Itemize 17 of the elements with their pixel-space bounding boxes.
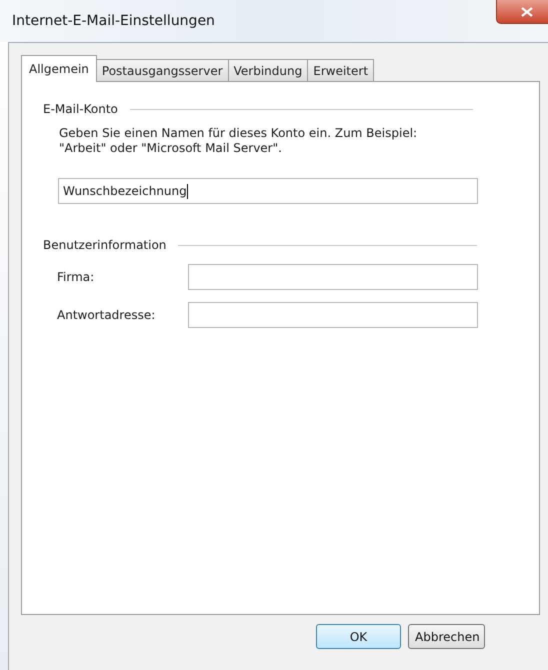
field-label: Antwortadresse: [57,308,156,322]
close-button[interactable] [496,0,548,24]
account-name-field[interactable]: Wunschbezeichnung [58,178,478,204]
window-title: Internet-E-Mail-Einstellungen [12,13,215,29]
tab[interactable]: Allgemein [21,55,97,82]
section-heading: Benutzerinformation [43,238,168,252]
input-field[interactable] [188,264,478,290]
field-label: Firma: [57,270,96,284]
ok-button[interactable]: OK [316,624,401,649]
description-text: Geben Sie einen Namen für dieses Konto ein. Zum Beispiel: "Arbeit" oder "Microsoft Mail Server". [59,126,418,156]
section-heading: E-Mail-Konto [43,102,119,116]
close-icon [521,6,533,16]
tab[interactable]: Postausgangsserver [96,59,229,82]
input-field[interactable] [188,302,478,328]
cancel-button[interactable]: Abbrechen [408,624,485,649]
tab[interactable]: Erweitert [307,59,374,82]
tab[interactable]: Verbindung [228,59,308,82]
